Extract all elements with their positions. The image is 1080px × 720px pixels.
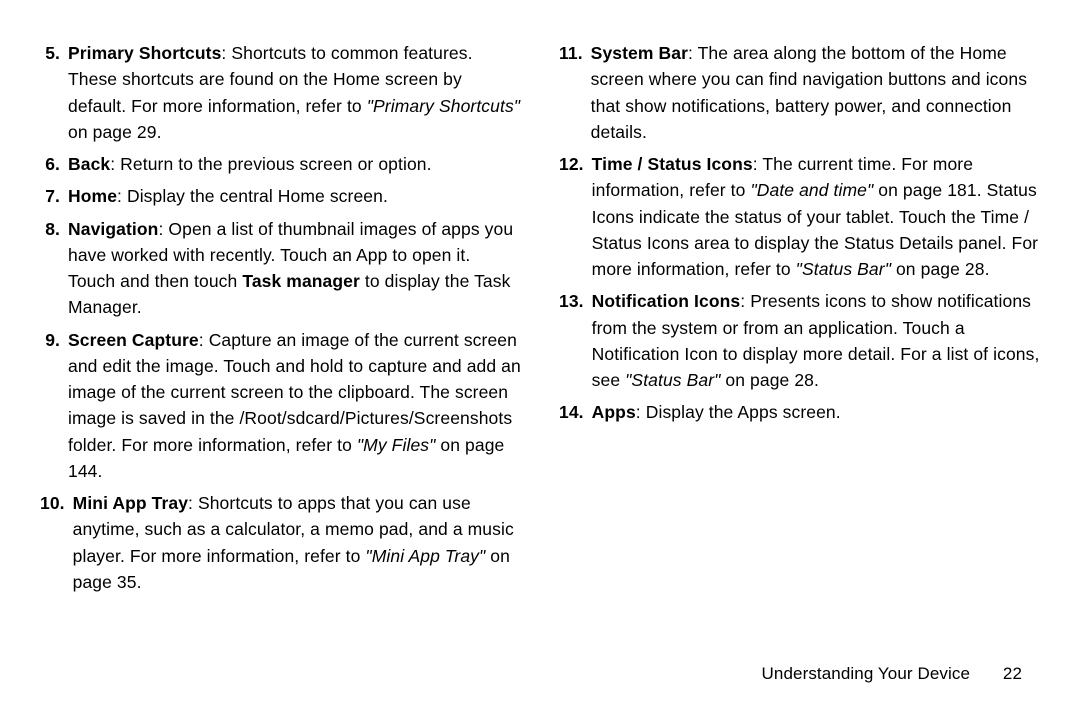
list-item: 6. Back: Return to the previous screen o…	[40, 151, 521, 177]
list-item: 5. Primary Shortcuts: Shortcuts to commo…	[40, 40, 521, 145]
item-text: Back: Return to the previous screen or o…	[68, 151, 521, 177]
footer-section: Understanding Your Device	[762, 664, 971, 683]
item-number: 11.	[559, 40, 591, 145]
list-item: 7. Home: Display the central Home screen…	[40, 183, 521, 209]
item-text: Navigation: Open a list of thumbnail ima…	[68, 216, 521, 321]
list-item: 12. Time / Status Icons: The current tim…	[559, 151, 1040, 282]
item-number: 13.	[559, 288, 592, 393]
item-number: 6.	[40, 151, 68, 177]
list-item: 14. Apps: Display the Apps screen.	[559, 399, 1040, 425]
item-text: Apps: Display the Apps screen.	[592, 399, 1040, 425]
item-number: 7.	[40, 183, 68, 209]
item-text: Mini App Tray: Shortcuts to apps that yo…	[73, 490, 521, 595]
item-number: 8.	[40, 216, 68, 321]
item-number: 9.	[40, 327, 68, 485]
page-footer: Understanding Your Device 22	[762, 664, 1022, 684]
item-text: Screen Capture: Capture an image of the …	[68, 327, 521, 485]
item-text: Primary Shortcuts: Shortcuts to common f…	[68, 40, 521, 145]
item-text: System Bar: The area along the bottom of…	[591, 40, 1040, 145]
right-column: 11. System Bar: The area along the botto…	[559, 40, 1040, 601]
list-item: 10. Mini App Tray: Shortcuts to apps tha…	[40, 490, 521, 595]
item-text: Time / Status Icons: The current time. F…	[592, 151, 1040, 282]
footer-page-number: 22	[1003, 664, 1022, 683]
item-number: 12.	[559, 151, 592, 282]
list-item: 8. Navigation: Open a list of thumbnail …	[40, 216, 521, 321]
content-columns: 5. Primary Shortcuts: Shortcuts to commo…	[40, 40, 1040, 601]
left-column: 5. Primary Shortcuts: Shortcuts to commo…	[40, 40, 521, 601]
item-number: 5.	[40, 40, 68, 145]
item-text: Home: Display the central Home screen.	[68, 183, 521, 209]
item-number: 10.	[40, 490, 73, 595]
list-item: 13. Notification Icons: Presents icons t…	[559, 288, 1040, 393]
item-text: Notification Icons: Presents icons to sh…	[592, 288, 1040, 393]
list-item: 9. Screen Capture: Capture an image of t…	[40, 327, 521, 485]
list-item: 11. System Bar: The area along the botto…	[559, 40, 1040, 145]
item-number: 14.	[559, 399, 592, 425]
